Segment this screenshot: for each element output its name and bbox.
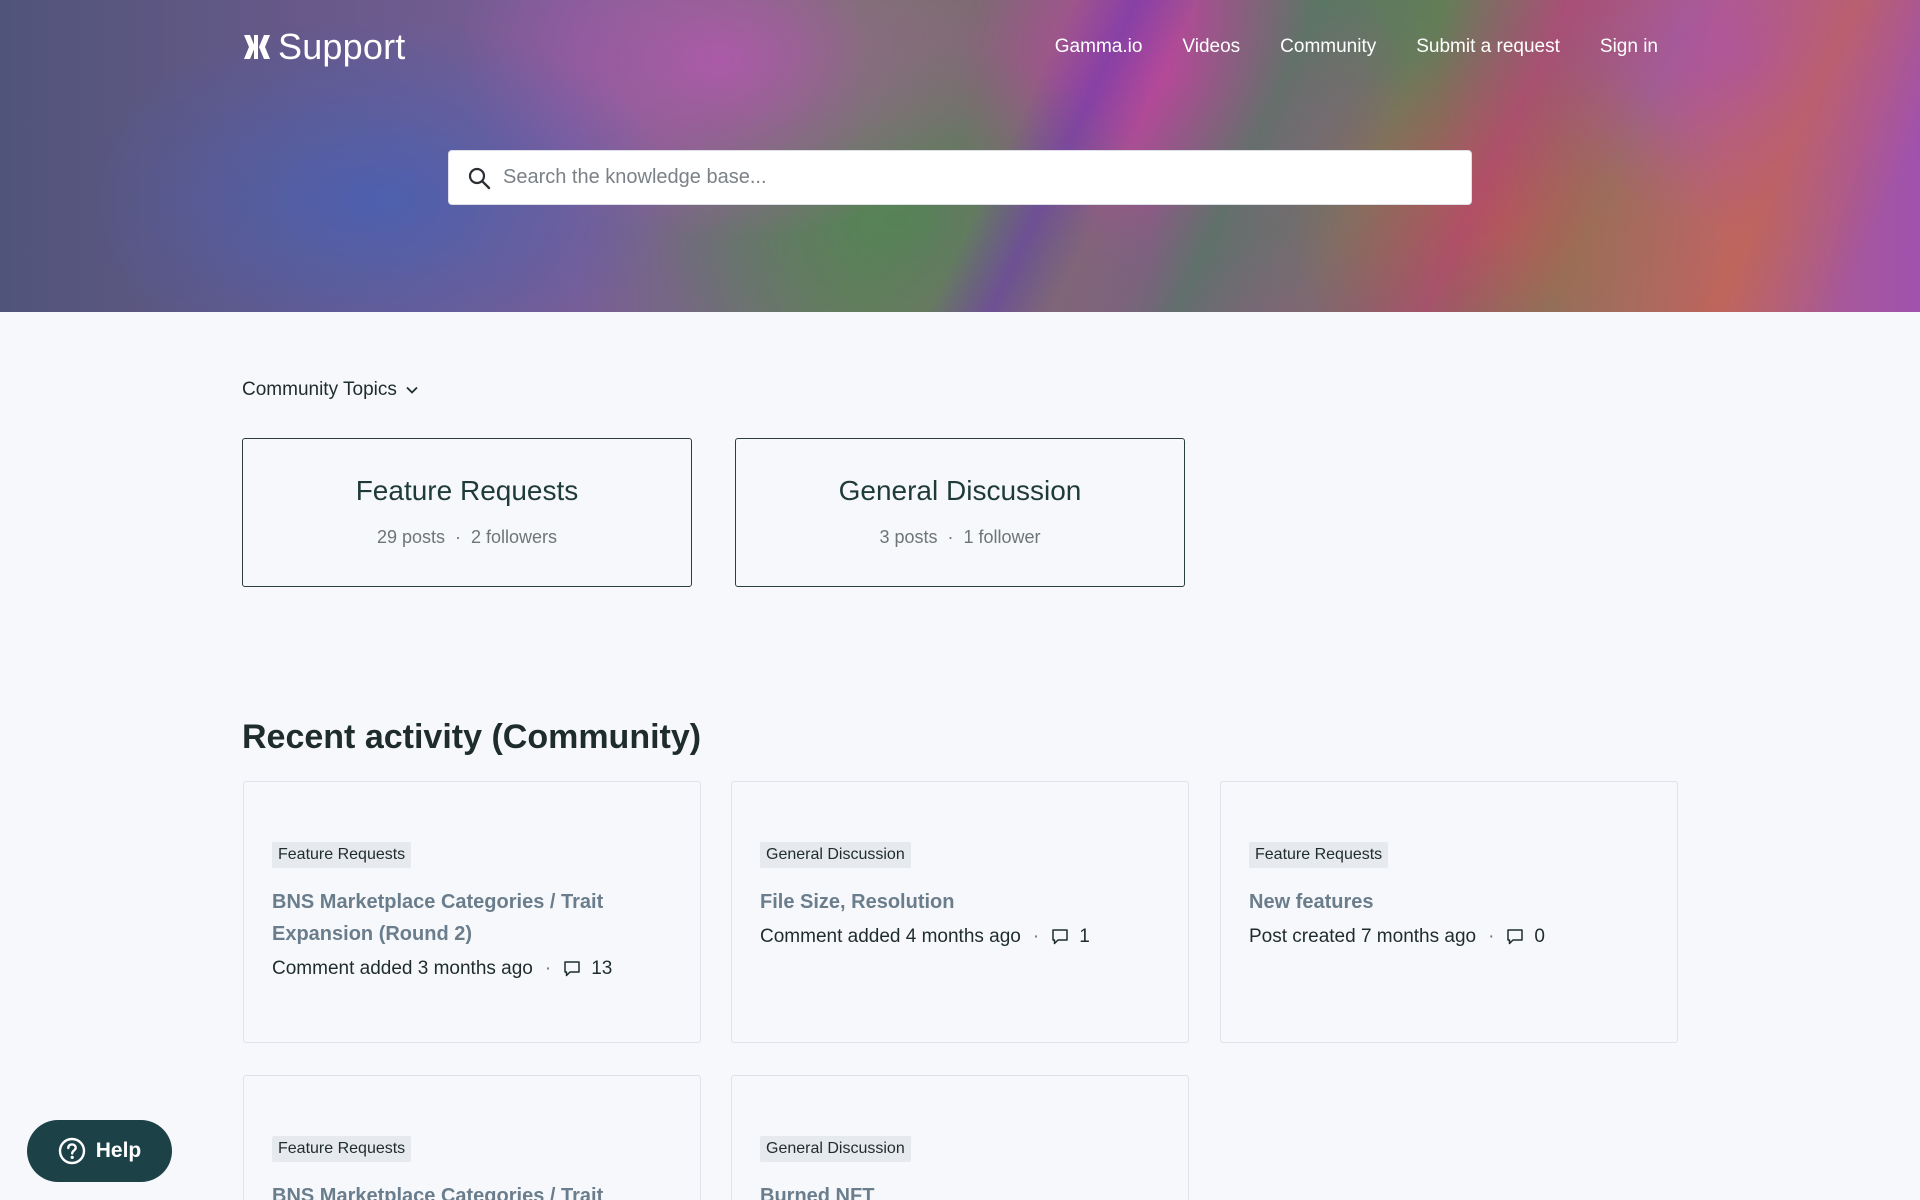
help-button[interactable]: Help	[27, 1120, 172, 1182]
activity-title-link[interactable]: BNS Marketplace Categories / Trait Expan…	[272, 886, 672, 950]
activity-title-link[interactable]: Burned NFT	[760, 1180, 1160, 1200]
comment-count: 0	[1534, 926, 1545, 947]
topic-badge[interactable]: General Discussion	[760, 842, 911, 868]
chevron-down-icon	[406, 386, 418, 394]
activity-card: General Discussion Burned NFT	[731, 1075, 1189, 1200]
separator: ·	[947, 527, 954, 547]
topic-followers: 1 follower	[963, 527, 1041, 547]
topic-meta: 3 posts · 1 follower	[736, 527, 1184, 548]
activity-status: Comment added 4 months ago	[760, 926, 1021, 947]
activity-card: General Discussion File Size, Resolution…	[731, 781, 1189, 1043]
logo-text: Support	[278, 26, 406, 67]
activity-title-link[interactable]: File Size, Resolution	[760, 886, 1160, 918]
activity-meta: Comment added 4 months ago · 1	[760, 926, 1160, 948]
topic-posts: 29 posts	[376, 527, 445, 547]
topic-title: General Discussion	[838, 475, 1082, 506]
hero-banner: Support Gamma.io Videos Community Submit…	[0, 0, 1920, 312]
search-input[interactable]	[503, 166, 1443, 189]
separator: ·	[455, 527, 461, 547]
activity-title-link[interactable]: New features	[1249, 886, 1649, 918]
logo[interactable]: Support	[242, 26, 406, 68]
nav-link-submit-request[interactable]: Submit a request	[1416, 36, 1560, 58]
topic-followers: 2 followers	[471, 527, 558, 547]
help-label: Help	[95, 1139, 142, 1162]
comment-icon	[1052, 929, 1068, 945]
topic-badge[interactable]: Feature Requests	[272, 1136, 412, 1162]
dropdown-label: Community Topics	[242, 379, 397, 400]
gamma-logo-icon	[244, 35, 270, 59]
topic-card-general-discussion[interactable]: General Discussion 3 posts · 1 follower	[735, 438, 1185, 587]
community-topics-dropdown[interactable]: Community Topics	[242, 379, 419, 401]
activity-status: Post created 7 months ago	[1249, 926, 1477, 947]
activity-card: Feature Requests BNS Marketplace Categor…	[243, 1075, 701, 1200]
nav-link-videos[interactable]: Videos	[1182, 36, 1240, 58]
topic-badge[interactable]: General Discussion	[760, 1136, 911, 1162]
top-nav: Gamma.io Videos Community Submit a reque…	[1055, 36, 1658, 58]
activity-meta: Comment added 3 months ago · 13	[272, 958, 672, 980]
comment-icon	[1507, 929, 1524, 945]
recent-activity-heading: Recent activity (Community)	[242, 718, 702, 756]
nav-link-gamma[interactable]: Gamma.io	[1055, 36, 1143, 58]
topic-badge[interactable]: Feature Requests	[1249, 842, 1389, 868]
activity-status: Comment added 3 months ago	[272, 958, 533, 979]
topic-badge[interactable]: Feature Requests	[272, 842, 412, 868]
comment-count: 1	[1079, 926, 1090, 947]
search-bar	[448, 150, 1472, 205]
activity-card: Feature Requests New features Post creat…	[1220, 781, 1678, 1043]
nav-link-sign-in[interactable]: Sign in	[1600, 36, 1658, 58]
question-circle-icon	[58, 1137, 85, 1165]
topic-posts: 3 posts	[879, 527, 938, 547]
activity-meta: Post created 7 months ago · 0	[1249, 926, 1649, 948]
separator: ·	[544, 958, 552, 979]
search-icon	[468, 167, 491, 189]
comment-icon	[564, 961, 580, 977]
activity-card: Feature Requests BNS Marketplace Categor…	[243, 781, 701, 1043]
topic-card-feature-requests[interactable]: Feature Requests 29 posts · 2 followers	[242, 438, 692, 587]
nav-link-community[interactable]: Community	[1280, 36, 1376, 58]
topic-meta: 29 posts · 2 followers	[243, 527, 691, 548]
comment-count: 13	[591, 958, 613, 979]
separator: ·	[1488, 926, 1495, 947]
activity-title-link[interactable]: BNS Marketplace Categories / Trait Expan…	[272, 1180, 672, 1200]
separator: ·	[1032, 926, 1040, 947]
topic-title: Feature Requests	[355, 475, 579, 506]
